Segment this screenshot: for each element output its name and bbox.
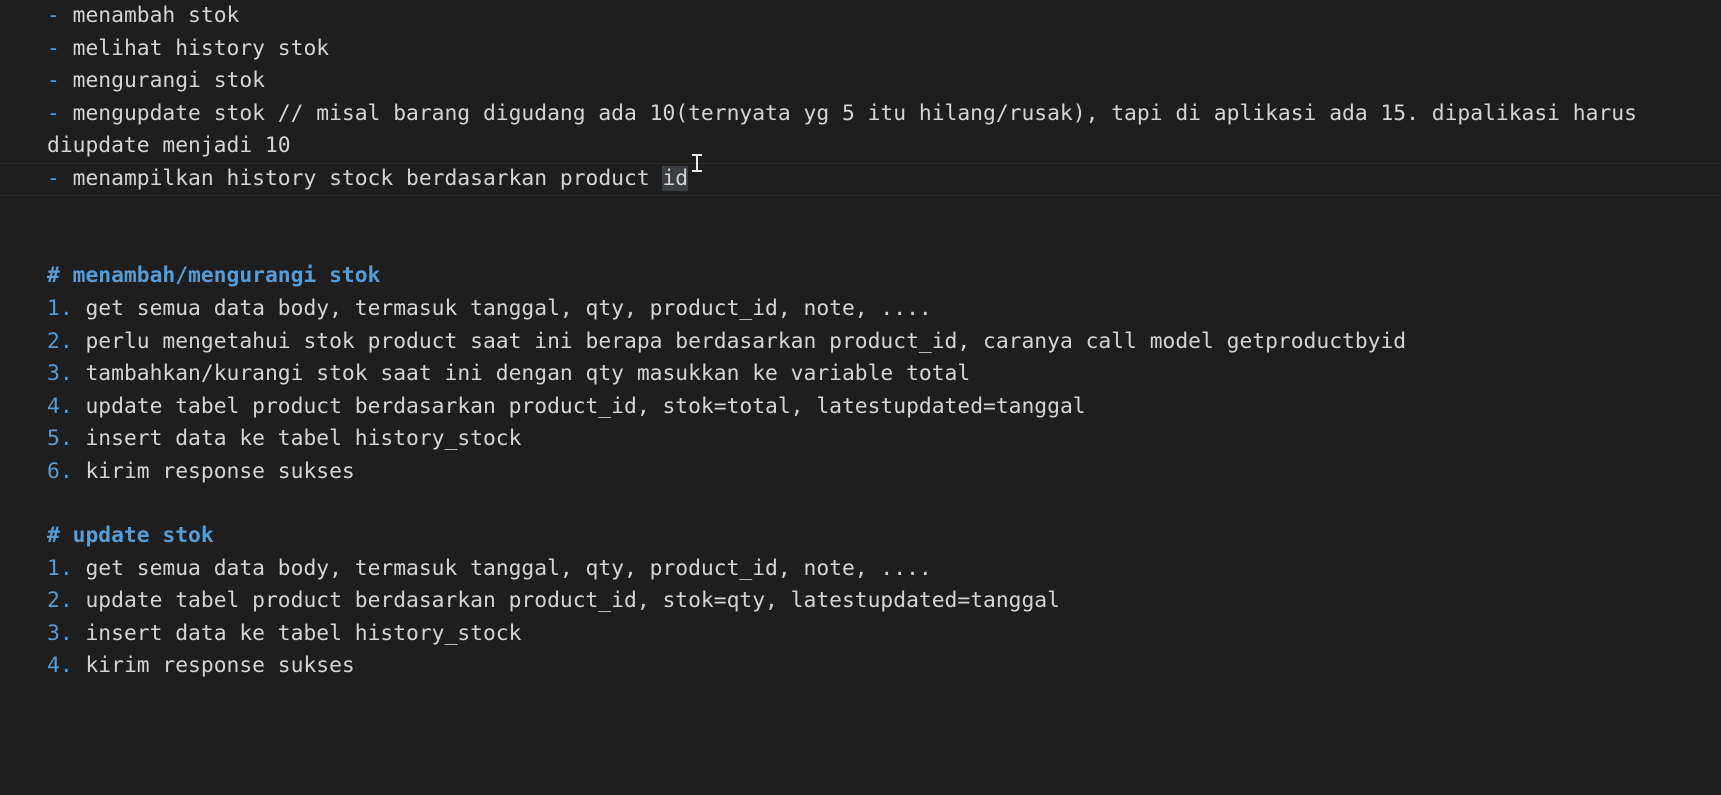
bullet-text: mengurangi stok [72,68,265,93]
list-item-text: get semua data body, termasuk tanggal, q… [85,296,932,321]
bullet-line[interactable]: - menambah stok [47,0,239,33]
list-number: 4. [47,393,73,419]
section-heading: # menambah/mengurangi stok [47,263,381,288]
list-item-text: insert data ke tabel history_stock [85,620,522,646]
bullet-line-current[interactable]: - menampilkan history stock berdasarkan … [47,163,689,196]
list-number: 6. [47,458,73,484]
bullet-dash: - [47,68,60,93]
text-cursor-icon [692,152,702,174]
list-item[interactable]: 3. tambahkan/kurangi stok saat ini denga… [47,358,970,391]
bullet-line[interactable]: - melihat history stok [47,33,329,66]
markdown-editor[interactable]: - menambah stok - melihat history stok -… [0,0,1721,795]
list-item[interactable]: 1. get semua data body, termasuk tanggal… [47,293,932,326]
list-item[interactable]: 5. insert data ke tabel history_stock [47,423,521,456]
selected-text[interactable]: id [662,166,689,191]
bullet-text: diupdate menjadi 10 [47,133,291,158]
list-item-text: insert data ke tabel history_stock [85,426,522,451]
list-item[interactable]: 2. update tabel product berdasarkan prod… [47,585,1060,618]
bullet-line[interactable]: - mengupdate stok // misal barang diguda… [47,98,1637,131]
list-item-text: kirim response sukses [85,458,355,484]
list-item-text: kirim response sukses [85,653,355,678]
list-item[interactable]: 6. kirim response sukses [47,456,355,489]
list-item-text: update tabel product berdasarkan product… [85,588,1060,613]
list-number: 4. [47,653,73,678]
list-number: 5. [47,426,73,451]
list-number: 2. [47,328,73,354]
list-item[interactable]: 1. get semua data body, termasuk tanggal… [47,553,932,586]
list-item[interactable]: 4. kirim response sukses [47,650,355,683]
list-item-text: tambahkan/kurangi stok saat ini dengan q… [85,361,971,386]
bullet-dash: - [47,166,60,191]
list-item[interactable]: 2. perlu mengetahui stok product saat in… [47,326,1406,359]
bullet-text: melihat history stok [72,35,330,61]
list-number: 1. [47,555,73,581]
bullet-dash: - [47,101,60,126]
bullet-line[interactable]: - mengurangi stok [47,65,265,98]
bullet-line-wrapped[interactable]: diupdate menjadi 10 [47,130,291,163]
list-item[interactable]: 3. insert data ke tabel history_stock [47,618,521,651]
list-item[interactable]: 4. update tabel product berdasarkan prod… [47,391,1086,424]
list-number: 1. [47,296,73,321]
bullet-text: mengupdate stok // misal barang digudang… [72,101,1637,126]
list-item-text: update tabel product berdasarkan product… [85,393,1086,419]
list-item-text: perlu mengetahui stok product saat ini b… [85,328,1407,354]
section-heading: # update stok [47,523,214,548]
bullet-text: menambah stok [72,3,240,28]
list-number: 3. [47,620,73,646]
list-number: 2. [47,588,73,613]
bullet-text: menampilkan history stock berdasarkan pr… [72,166,663,191]
bullet-dash: - [47,35,60,61]
list-item-text: get semua data body, termasuk tanggal, q… [85,555,932,581]
bullet-dash: - [47,3,60,28]
list-number: 3. [47,361,73,386]
